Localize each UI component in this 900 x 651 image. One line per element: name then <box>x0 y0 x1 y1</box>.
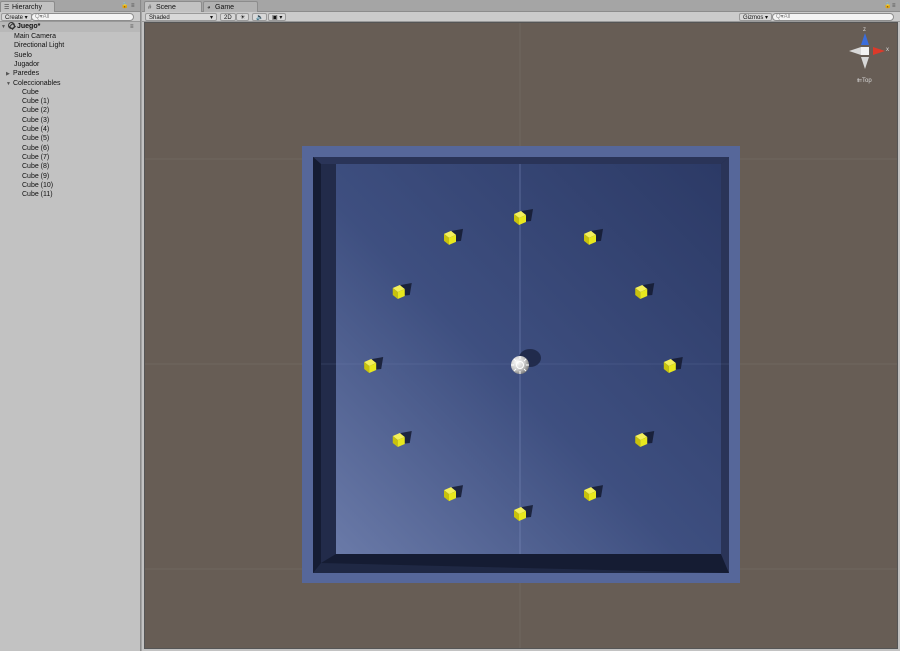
hierarchy-item[interactable]: Cube (6) <box>22 144 49 153</box>
axis-x-label: x <box>886 47 889 53</box>
hierarchy-panel: ☰ Hierarchy 🔒 ≡ Create ▾ Q▾All ▼ Juego* ≡ … <box>0 0 141 651</box>
orientation-gizmo[interactable] <box>849 33 885 69</box>
hierarchy-item[interactable]: Cube (9) <box>22 172 49 181</box>
scene-name: Juego* <box>17 23 41 30</box>
view-label[interactable]: ⇇Top <box>857 77 872 84</box>
scene-menu-icon[interactable]: ≡ <box>130 23 134 31</box>
hierarchy-item-label: Cube (3) <box>22 116 50 124</box>
hierarchy-item-label: Cube (1) <box>22 98 50 106</box>
hierarchy-item[interactable]: Cube (8) <box>22 162 49 171</box>
hierarchy-toolbar: Create ▾ Q▾All <box>0 12 140 22</box>
hierarchy-item[interactable]: Cube (10) <box>22 181 53 190</box>
toggle-2d-button[interactable]: 2D <box>220 13 236 21</box>
hierarchy-tab-bar: ☰ Hierarchy 🔒 ≡ <box>0 0 140 12</box>
scene-viewport[interactable]: z x ⇇Top <box>144 22 898 649</box>
wall-right-inner <box>721 157 729 573</box>
hierarchy-item-label: Cube (8) <box>22 163 50 171</box>
image-icon: ▣ <box>272 15 278 21</box>
hierarchy-tree: ▼ Juego* ≡ Main Camera Directional Light Su… <box>0 22 140 651</box>
wall-left-inner <box>321 164 336 563</box>
hierarchy-item[interactable]: ▼ Coleccionables <box>6 79 60 88</box>
tab-game[interactable]: ◕ Game <box>203 1 258 12</box>
hierarchy-item-label: Cube (2) <box>22 107 50 115</box>
hierarchy-item[interactable]: Directional Light <box>14 41 64 50</box>
hierarchy-item[interactable]: Cube (4) <box>22 125 49 134</box>
chevron-down-icon: ▾ <box>209 15 213 21</box>
tab-scene[interactable]: # Scene <box>144 1 202 12</box>
hierarchy-item[interactable]: Cube (3) <box>22 116 49 125</box>
shading-mode-value: Shaded <box>149 15 170 21</box>
hierarchy-item-label: Coleccionables <box>13 79 61 87</box>
hierarchy-item-label: Cube (5) <box>22 135 50 143</box>
hierarchy-search-input[interactable]: Q▾All <box>31 13 134 21</box>
scene-search-input[interactable]: Q▾All <box>772 13 894 21</box>
hierarchy-item[interactable]: ▶ Paredes <box>6 69 39 78</box>
hierarchy-item-label: Main Camera <box>14 33 57 40</box>
hierarchy-item-label: Cube (9) <box>22 172 50 180</box>
scene-panel: # Scene ◕ Game 🔒 ≡ Shaded ▾ 2D ☀ 🔈 ▣ ▾ Gizm… <box>142 0 900 651</box>
hierarchy-item-label: Cube (11) <box>22 191 53 199</box>
panel-menu-icon[interactable]: ≡ <box>131 2 135 10</box>
hierarchy-item[interactable]: Cube (1) <box>22 97 49 106</box>
axis-z-label: z <box>863 27 866 33</box>
gizmos-label: Gizmos <box>743 15 764 21</box>
create-button-label: Create <box>5 15 24 21</box>
hierarchy-item[interactable]: Cube (5) <box>22 134 49 143</box>
shading-mode-dropdown[interactable]: Shaded ▾ <box>145 13 217 21</box>
axis-z-arrow[interactable] <box>861 33 869 45</box>
hierarchy-item-label: Cube (10) <box>22 181 54 189</box>
hierarchy-item-label: Cube (4) <box>22 126 50 133</box>
tab-game-label: Game <box>215 4 235 11</box>
scene-toolbar: Shaded ▾ 2D ☀ 🔈 ▣ ▾ Gizmos ▾ Q▾All <box>142 12 900 22</box>
speaker-icon: 🔈 <box>256 15 264 21</box>
gizmo-center-cube[interactable] <box>861 47 869 55</box>
scene-panel-menu-icon[interactable]: ≡ <box>892 2 896 10</box>
gizmos-dropdown[interactable]: Gizmos ▾ <box>739 13 773 21</box>
hierarchy-item[interactable]: Cube <box>22 88 39 97</box>
hierarchy-item[interactable]: Main Camera <box>14 32 56 41</box>
tab-scene-label: Scene <box>156 4 176 11</box>
sun-icon: ☀ <box>240 15 246 21</box>
effects-dropdown[interactable]: ▣ ▾ <box>268 13 287 21</box>
axis-neg-z-arrow[interactable] <box>861 57 869 69</box>
view-label-text: Top <box>862 78 872 84</box>
scene-lock-icon[interactable]: 🔒 <box>884 2 891 10</box>
scene-root[interactable]: ▼ Juego* <box>1 22 40 31</box>
hierarchy-item-label: Cube <box>22 88 39 96</box>
lighting-toggle[interactable]: ☀ <box>236 13 250 21</box>
hierarchy-item-label: Paredes <box>13 70 40 78</box>
scene-tab-bar: # Scene ◕ Game 🔒 ≡ <box>142 0 900 12</box>
axis-x-arrow[interactable] <box>873 47 885 55</box>
hierarchy-item[interactable]: Cube (2) <box>22 106 49 115</box>
hierarchy-item-label: Jugador <box>14 60 40 68</box>
wall-left-face <box>313 157 321 573</box>
hierarchy-item-label: Directional Light <box>14 42 65 50</box>
wall-top-face <box>313 157 729 164</box>
foldout-expanded-icon[interactable]: ▼ <box>1 23 8 32</box>
tab-hierarchy-label: Hierarchy <box>12 4 42 11</box>
tab-hierarchy[interactable]: ☰ Hierarchy <box>0 1 55 12</box>
hierarchy-item-label: Cube (6) <box>22 144 50 152</box>
hierarchy-item[interactable]: Jugador <box>14 60 39 69</box>
hierarchy-item-label: Cube (7) <box>22 153 50 161</box>
audio-toggle[interactable]: 🔈 <box>252 13 268 21</box>
unity-scene-icon <box>8 22 15 29</box>
scene-canvas[interactable] <box>145 23 898 649</box>
create-button[interactable]: Create ▾ <box>1 13 32 21</box>
hierarchy-item[interactable]: Cube (11) <box>22 190 53 199</box>
axis-neg-x-arrow[interactable] <box>849 47 861 55</box>
hierarchy-item[interactable]: Cube (7) <box>22 153 49 162</box>
hierarchy-item[interactable]: Suelo <box>14 51 32 60</box>
lock-icon[interactable]: 🔒 <box>121 2 128 10</box>
foldout-expanded-icon[interactable]: ▼ <box>6 80 13 89</box>
hierarchy-item-label: Suelo <box>14 51 32 59</box>
